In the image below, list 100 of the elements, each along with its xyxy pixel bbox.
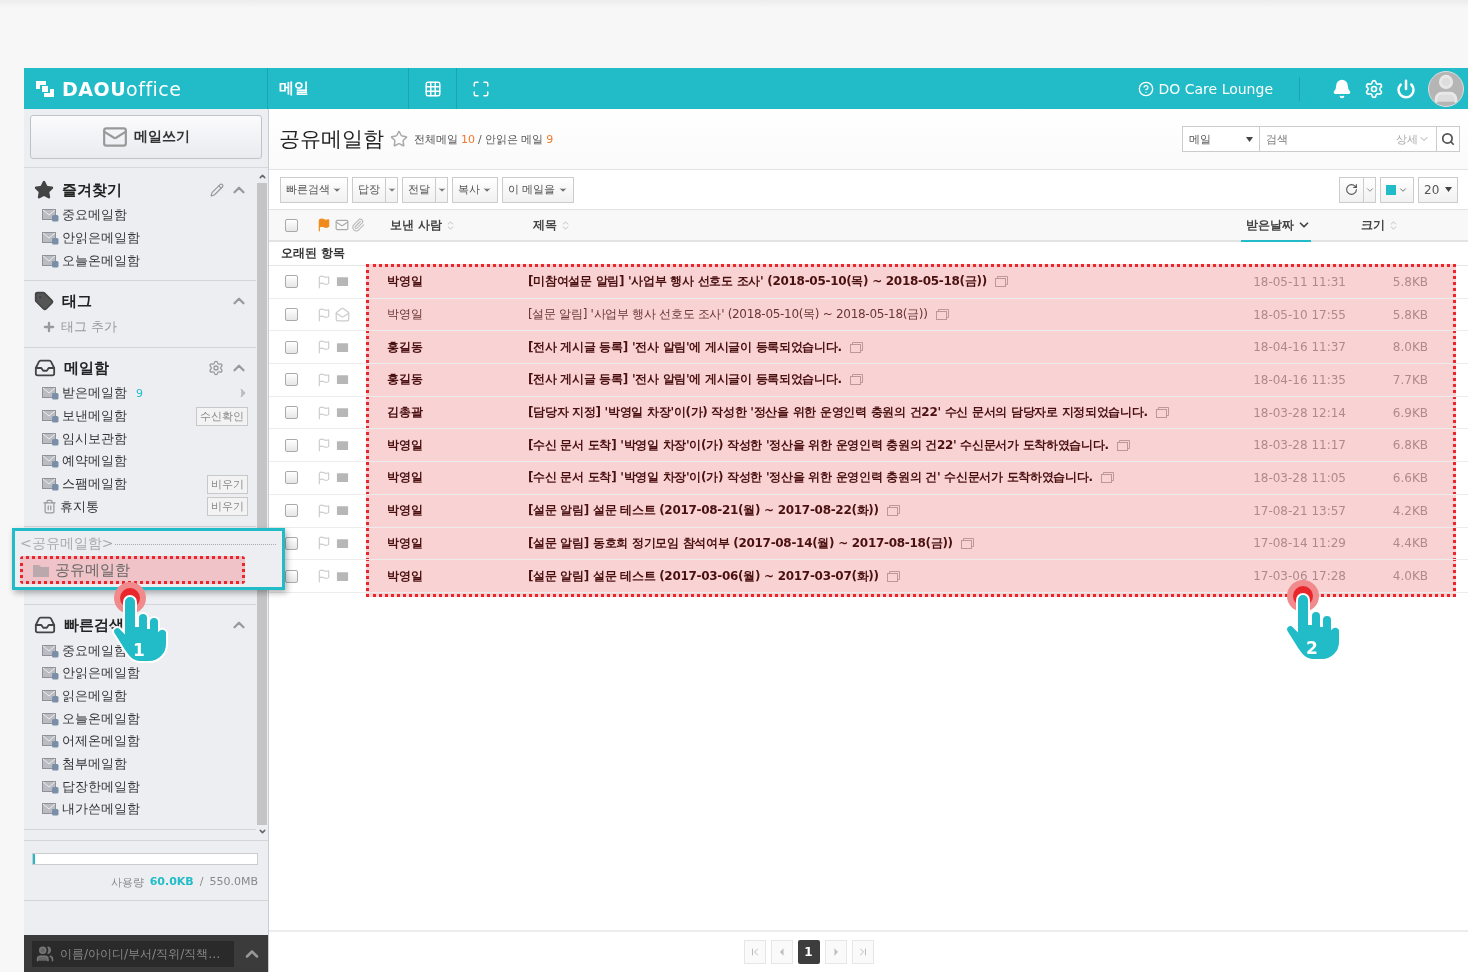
row-checkbox[interactable]: [284, 504, 298, 518]
toolbar-button[interactable]: 답장: [352, 176, 386, 203]
square-icon[interactable]: [1386, 184, 1396, 195]
power-icon[interactable]: [1396, 78, 1416, 99]
refresh-button[interactable]: [1339, 176, 1364, 203]
mailbox-link[interactable]: 첨부메일함: [62, 754, 127, 773]
dropdown-button[interactable]: [436, 176, 448, 203]
mail-subject[interactable]: [전사 게시글 등록] '전사 알림'에 게시글이 등록되었습니다.: [528, 371, 842, 389]
edit-icon[interactable]: [210, 183, 224, 197]
flag-icon[interactable]: [317, 372, 331, 387]
new-window-icon[interactable]: [1155, 407, 1169, 419]
search-field[interactable]: 검색: [1260, 126, 1390, 152]
row-checkbox[interactable]: [284, 471, 298, 485]
mailbox-link[interactable]: 안읽은메일함: [62, 664, 140, 683]
column-header[interactable]: 받은날짜: [1241, 210, 1311, 242]
new-window-icon[interactable]: [886, 570, 900, 582]
new-window-icon[interactable]: [935, 309, 949, 321]
search-scope-select[interactable]: 메일: [1182, 126, 1260, 152]
mailbox-link[interactable]: 휴지통: [60, 497, 99, 516]
fullscreen-icon[interactable]: [471, 79, 490, 98]
search-button[interactable]: [1436, 126, 1460, 152]
next-page-button[interactable]: [824, 940, 847, 964]
mailbox-link[interactable]: 보낸메일함: [62, 407, 127, 426]
mailbox-link[interactable]: 안읽은메일함: [62, 229, 140, 248]
mail-subject[interactable]: [담당자 지정] '박영일 차장'이(가) 작성한 '정산을 위한 운영인력 충원의 건22' 수신 문서의 담당자로 지정되었습니다.: [528, 404, 1148, 422]
mail-subject[interactable]: [설문 알림] '사업부 행사 선호도 조사' (2018-05-10(목) ~ 2018-05-18(금)): [528, 306, 928, 324]
mail-subject[interactable]: [설문 알림] 동호회 정기모임 참석여부 (2017-08-14(월) ~ 2017-08-18(금)): [528, 534, 953, 552]
new-window-icon[interactable]: [849, 341, 863, 353]
folder-icon[interactable]: [33, 563, 51, 577]
help-icon[interactable]: [1137, 80, 1154, 97]
avatar[interactable]: [1428, 70, 1464, 107]
new-window-icon[interactable]: [849, 374, 863, 386]
flag-icon[interactable]: [317, 536, 331, 551]
mailbox-link[interactable]: 오늘온메일함: [62, 709, 140, 728]
refresh-icon[interactable]: [1345, 183, 1358, 196]
mailbox-link[interactable]: 받은메일함: [62, 384, 127, 403]
column-header[interactable]: 보낸 사람: [385, 210, 457, 242]
row-checkbox[interactable]: [284, 438, 298, 452]
mailbox-link[interactable]: 중요메일함: [62, 641, 127, 660]
mailbox-link[interactable]: 오늘온메일함: [62, 251, 140, 270]
mail-subject[interactable]: [미참여설문 알림] '사업부 행사 선호도 조사' (2018-05-10(목) ~ 2018-05-18(금)): [528, 273, 987, 291]
mailbox-link[interactable]: 중요메일함: [62, 206, 127, 225]
last-page-button[interactable]: [851, 940, 874, 964]
toolbar-button[interactable]: 전달: [402, 176, 436, 203]
new-window-icon[interactable]: [1116, 439, 1130, 451]
mailbox-link[interactable]: 읽은메일함: [62, 686, 127, 705]
sort-icon[interactable]: [1388, 219, 1399, 231]
flag-icon[interactable]: [317, 340, 331, 355]
mailbox-link[interactable]: 답장한메일함: [62, 777, 140, 796]
previous-page-button[interactable]: [770, 940, 793, 964]
toolbar-button[interactable]: 이 메일을: [502, 176, 574, 203]
plus-icon[interactable]: [42, 320, 56, 335]
mailbox-link[interactable]: 어제온메일함: [62, 732, 140, 751]
flag-icon[interactable]: [317, 438, 331, 453]
flag-icon[interactable]: [317, 569, 331, 584]
caret-icon[interactable]: [1445, 187, 1452, 192]
mailbox-link[interactable]: 예약메일함: [62, 452, 127, 471]
people-search-field[interactable]: 이름/아이디/부서/직위/직책…: [32, 940, 234, 967]
mail-subject[interactable]: [전사 게시글 등록] '전사 알림'에 게시글이 등록되었습니다.: [528, 338, 842, 356]
row-checkbox[interactable]: [284, 275, 298, 289]
new-window-icon[interactable]: [886, 505, 900, 517]
mail-subject[interactable]: [설문 알림] 설문 테스트 (2017-03-06(월) ~ 2017-03-07(화)): [528, 567, 879, 585]
flag-icon[interactable]: [317, 405, 331, 420]
column-header[interactable]: 크기: [1356, 210, 1399, 242]
dropdown-button[interactable]: [386, 176, 398, 203]
new-window-icon[interactable]: [994, 276, 1008, 288]
star-icon[interactable]: [390, 130, 408, 148]
column-header[interactable]: 제목: [528, 210, 571, 242]
new-window-icon[interactable]: [1100, 472, 1114, 484]
mail-subject[interactable]: [수신 문서 도착] '박영일 차장'이(가) 작성한 '정산을 위한 운영인력 충원의 건' 수신문서가 도착하였습니다.: [528, 469, 1093, 487]
mailbox-link[interactable]: 스팸메일함: [62, 475, 127, 494]
row-checkbox[interactable]: [284, 308, 298, 322]
layout-button[interactable]: [1380, 176, 1414, 203]
flag-icon[interactable]: [317, 274, 331, 289]
select-all-checkbox[interactable]: [284, 218, 298, 232]
caret-icon[interactable]: [1246, 136, 1253, 142]
mail-subject[interactable]: [수신 문서 도착] '박영일 차장'이(가) 작성한 '정산을 위한 운영인력 충원의 건22' 수신문서가 도착하였습니다.: [528, 436, 1109, 454]
shared-mailbox-link[interactable]: 공유메일함: [20, 556, 245, 584]
page-button[interactable]: 1: [797, 940, 820, 964]
new-window-icon[interactable]: [960, 537, 974, 549]
bell-icon[interactable]: [1332, 78, 1352, 99]
sort-icon[interactable]: [560, 219, 571, 231]
settings-icon[interactable]: [208, 360, 224, 377]
scroll-down-icon[interactable]: [257, 827, 267, 836]
grid-icon[interactable]: [423, 79, 442, 98]
scroll-up-icon[interactable]: [257, 172, 267, 181]
first-page-button[interactable]: [743, 940, 766, 964]
mailbox-link[interactable]: 내가쓴메일함: [62, 800, 140, 819]
flag-icon[interactable]: [317, 503, 331, 518]
search-icon[interactable]: [1441, 132, 1455, 146]
flag-icon[interactable]: [317, 307, 331, 322]
toolbar-button[interactable]: 복사: [452, 176, 498, 203]
row-checkbox[interactable]: [284, 406, 298, 420]
row-checkbox[interactable]: [284, 373, 298, 387]
row-checkbox[interactable]: [284, 340, 298, 354]
toolbar-button[interactable]: 빠른검색: [280, 176, 348, 203]
mail-subject[interactable]: [설문 알림] 설문 테스트 (2017-08-21(월) ~ 2017-08-22(화)): [528, 502, 879, 520]
page-size-select[interactable]: 20: [1418, 176, 1458, 203]
compose-button[interactable]: 메일쓰기: [30, 115, 262, 159]
flag-icon[interactable]: [317, 470, 331, 485]
